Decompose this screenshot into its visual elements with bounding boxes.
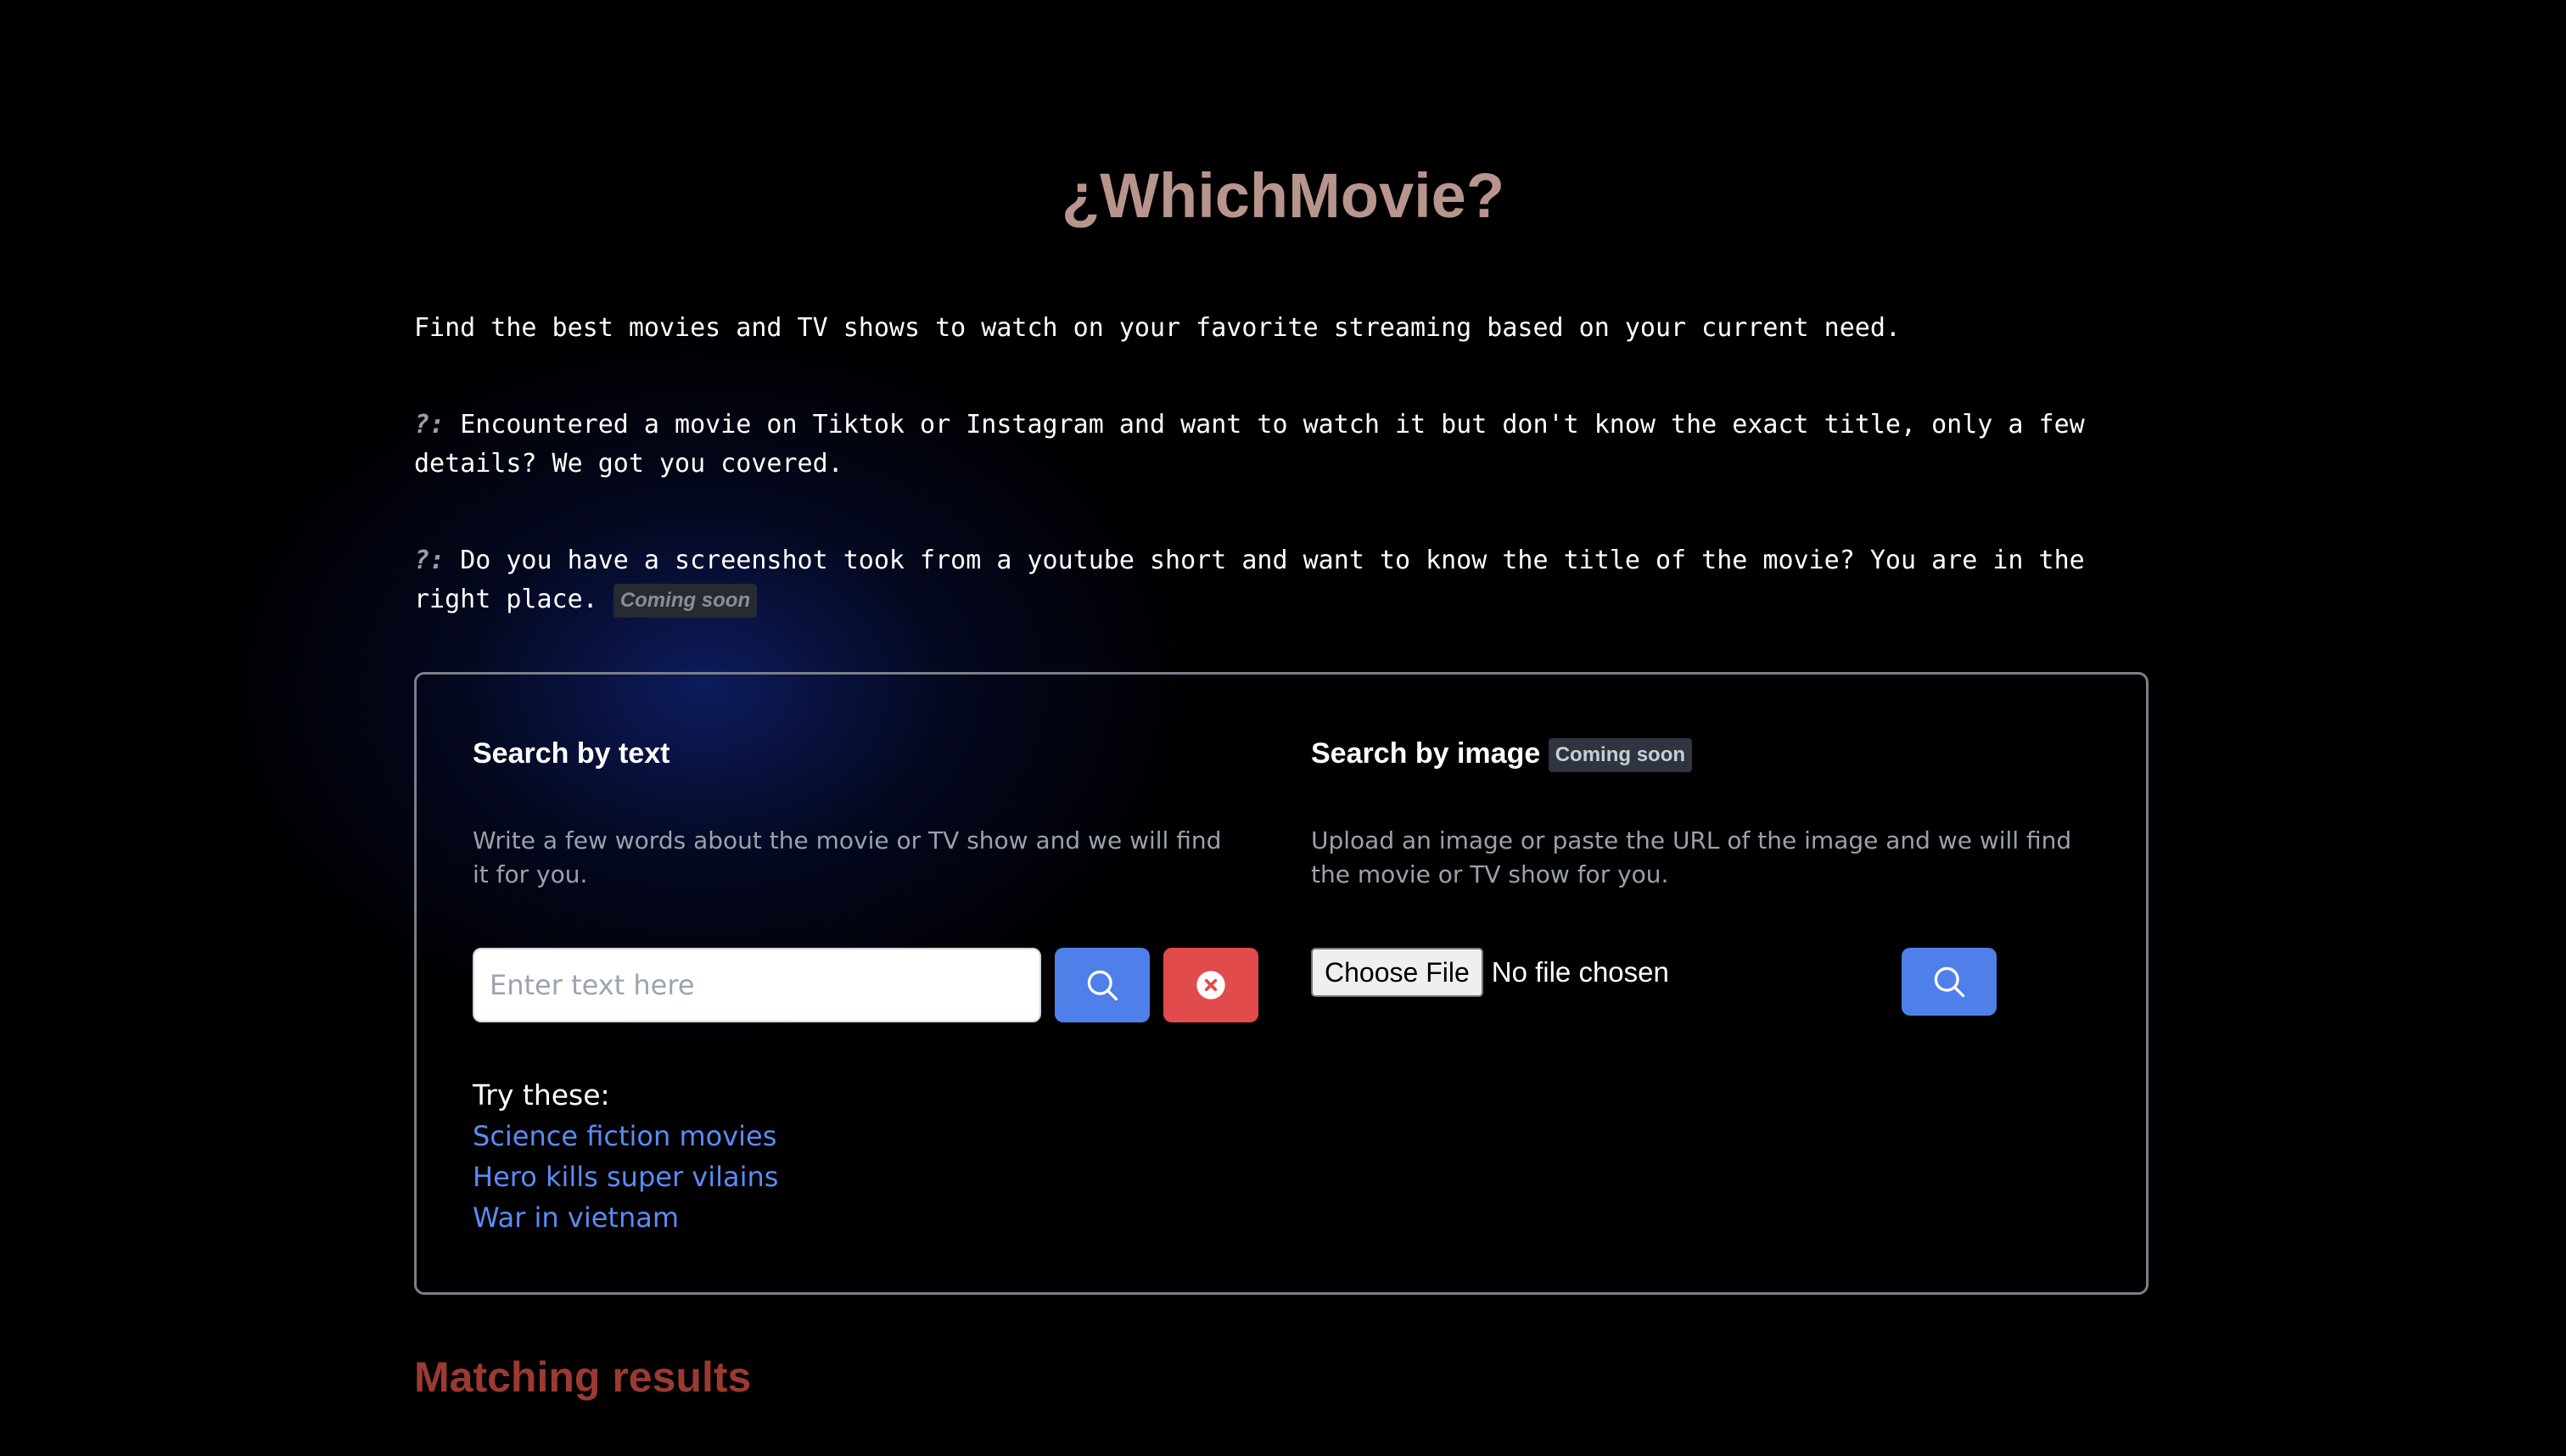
coming-soon-badge: Coming soon	[613, 583, 758, 618]
matching-results-title: Matching results	[414, 1353, 752, 1401]
suggestion-item: Hero kills super vilains	[473, 1156, 778, 1197]
suggestion-item: Science fiction movies	[473, 1116, 778, 1156]
search-by-text-title: Search by text	[473, 737, 670, 770]
search-icon	[1930, 963, 1968, 1000]
choose-file-button[interactable]: Choose File	[1311, 948, 1483, 997]
close-circle-icon	[1194, 968, 1228, 1002]
search-text-input[interactable]	[473, 948, 1041, 1022]
question-marker: ?:	[414, 410, 445, 440]
text-search-button[interactable]	[1055, 948, 1150, 1022]
coming-soon-badge: Coming soon	[1548, 738, 1693, 773]
image-search-button[interactable]	[1902, 948, 1997, 1016]
search-icon	[1084, 966, 1121, 1004]
file-input: Choose File No file chosen	[1311, 948, 1669, 997]
question-marker: ?:	[414, 546, 445, 575]
search-by-image-title-text: Search by image	[1311, 737, 1541, 770]
search-by-image-description: Upload an image or paste the URL of the …	[1311, 826, 2072, 888]
feature-text-1: ?: Encountered a movie on Tiktok or Inst…	[414, 406, 2152, 484]
suggestion-link[interactable]: Science fiction movies	[473, 1120, 776, 1152]
site-title: ¿WhichMovie?	[1061, 160, 1505, 231]
suggestion-list: Science fiction movies Hero kills super …	[473, 1116, 778, 1238]
search-by-image-title: Search by image Coming soon	[1311, 736, 1693, 773]
feature-text-2: ?: Do you have a screenshot took from a …	[414, 541, 2152, 619]
feature-text-1-body: Encountered a movie on Tiktok or Instagr…	[414, 410, 2085, 479]
search-by-text-description: Write a few words about the movie or TV …	[473, 826, 1222, 888]
try-these-label: Try these:	[473, 1078, 610, 1112]
search-panel: Search by text Write a few words about t…	[414, 672, 2149, 1295]
suggestion-link[interactable]: Hero kills super vilains	[473, 1161, 778, 1193]
file-status-text: No file chosen	[1491, 956, 1669, 988]
clear-text-button[interactable]	[1163, 948, 1258, 1022]
suggestion-link[interactable]: War in vietnam	[473, 1201, 679, 1234]
search-by-text-section: Search by text Write a few words about t…	[473, 675, 1262, 1292]
search-by-image-section: Search by image Coming soon Upload an im…	[1311, 675, 2092, 1292]
suggestion-item: War in vietnam	[473, 1197, 778, 1238]
intro-text: Find the best movies and TV shows to wat…	[414, 313, 1901, 343]
